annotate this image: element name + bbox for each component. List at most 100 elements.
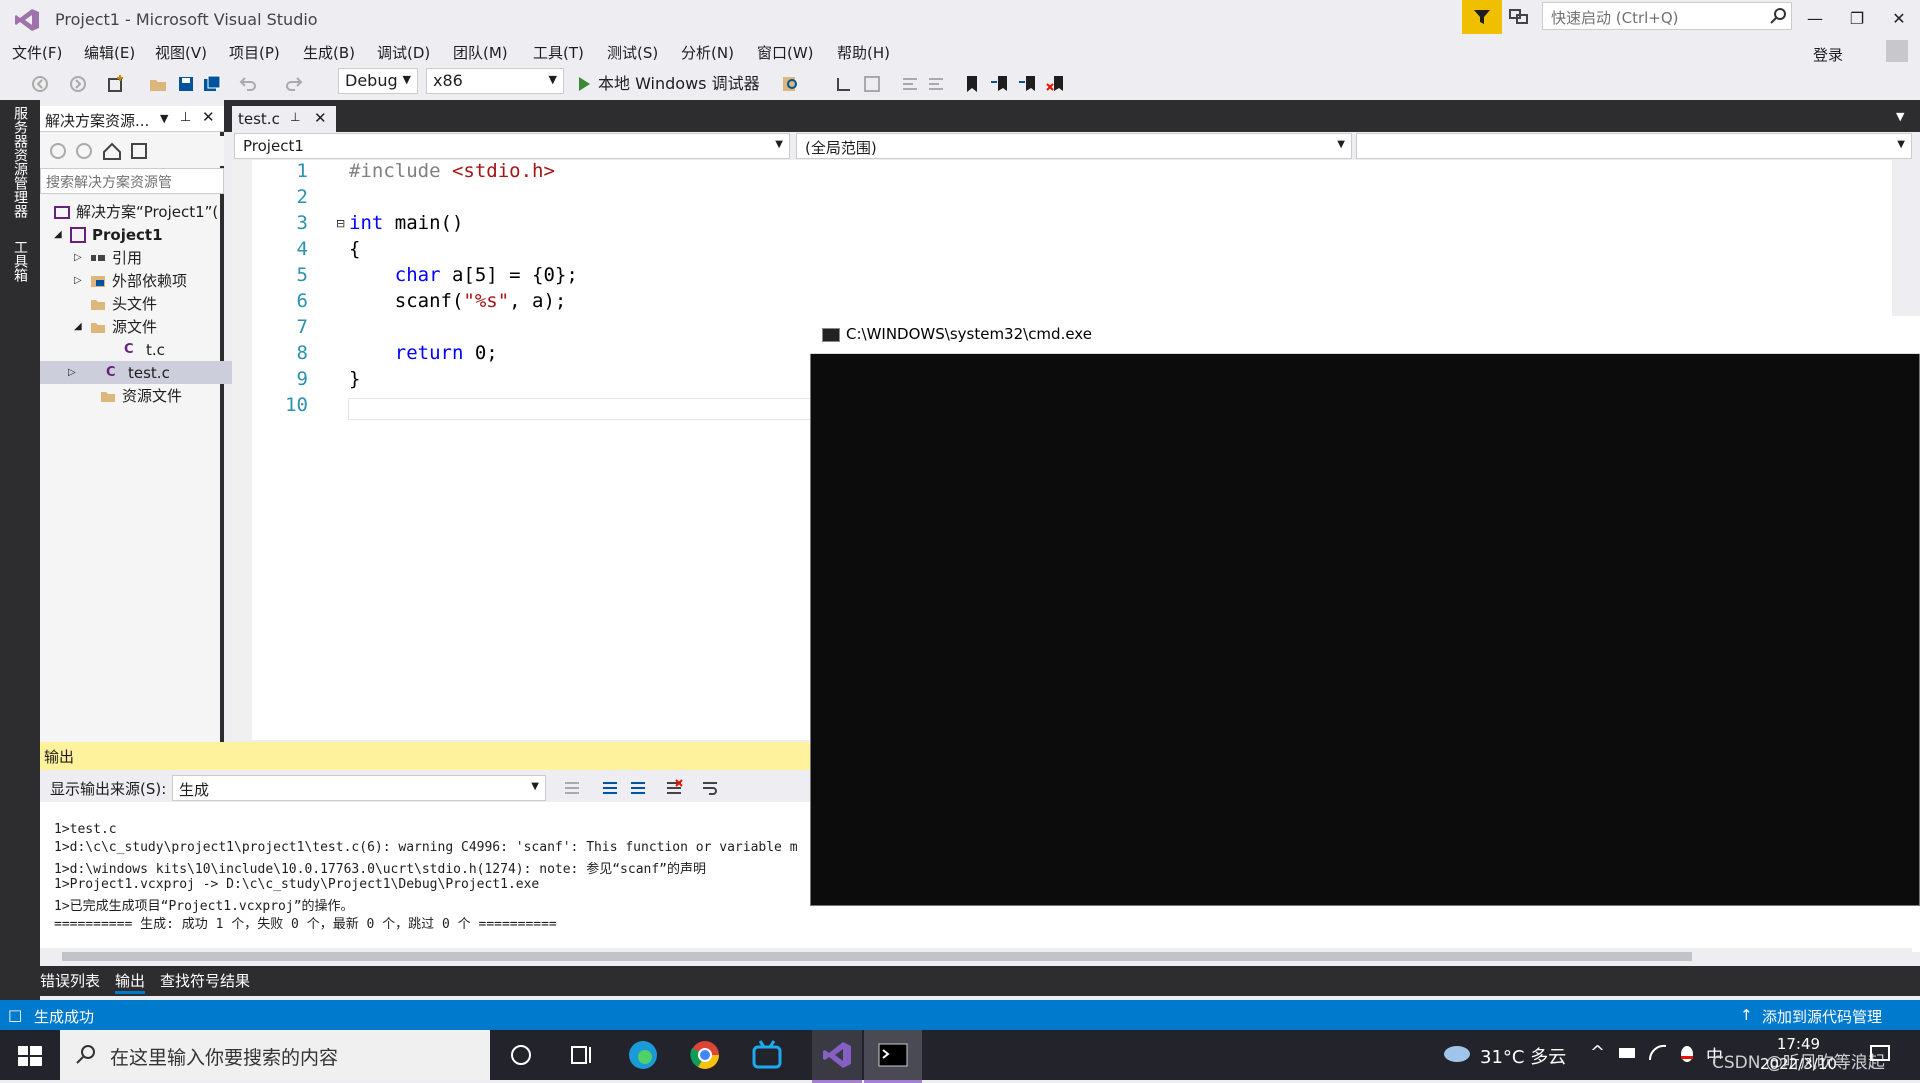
menu-team[interactable]: 团队(M)	[453, 42, 508, 63]
menu-window[interactable]: 窗口(W)	[757, 42, 814, 63]
add-to-source-control-button[interactable]: 添加到源代码管理	[1762, 1006, 1882, 1027]
bilibili-icon[interactable]	[750, 1038, 784, 1072]
line-number: 7	[296, 316, 308, 338]
tree-item-label: t.c	[146, 340, 165, 359]
pin-icon[interactable]: ⊥	[290, 110, 300, 124]
weather-text[interactable]: 31°C 多云	[1480, 1043, 1566, 1069]
clock-date: 2022/3/10	[1760, 1055, 1837, 1073]
close-icon[interactable]: ✕	[202, 108, 215, 126]
prev-message-icon[interactable]	[562, 778, 582, 802]
word-wrap-icon[interactable]	[700, 778, 720, 802]
clear-bookmarks-icon[interactable]	[1046, 74, 1066, 94]
back-icon[interactable]	[30, 74, 50, 94]
tab-error-list[interactable]: 错误列表	[40, 970, 100, 991]
tree-item-header-files[interactable]: 头文件	[90, 292, 224, 315]
tree-item-t-c[interactable]: C t.c	[124, 338, 224, 361]
prev-bookmark-icon[interactable]	[990, 74, 1010, 94]
menu-test[interactable]: 测试(S)	[607, 42, 658, 63]
menu-help[interactable]: 帮助(H)	[837, 42, 890, 63]
wifi-icon[interactable]	[1648, 1044, 1668, 1066]
open-file-icon[interactable]	[148, 74, 168, 94]
toolbox-tab[interactable]: 工具箱	[10, 240, 30, 282]
feedback-icon[interactable]	[1508, 6, 1530, 28]
tree-item-solution[interactable]: 解决方案“Project1”(	[54, 200, 224, 223]
save-all-icon[interactable]	[202, 74, 222, 94]
new-project-icon[interactable]	[106, 74, 126, 94]
chrome-browser-icon[interactable]	[688, 1038, 722, 1072]
global-scope-select[interactable]: (全局范围) ▼	[796, 133, 1352, 159]
find-in-files-icon[interactable]	[780, 74, 800, 94]
menu-project[interactable]: 项目(P)	[229, 42, 280, 63]
menu-view[interactable]: 视图(V)	[155, 42, 207, 63]
quick-launch-input[interactable]: 快速启动 (Ctrl+Q)	[1542, 2, 1792, 30]
go-to-prev-icon[interactable]	[600, 778, 620, 802]
account-icon[interactable]	[1886, 40, 1908, 62]
expand-arrow-icon[interactable]: ◢	[54, 229, 70, 240]
menu-build[interactable]: 生成(B)	[303, 42, 355, 63]
play-icon[interactable]	[574, 74, 594, 94]
configuration-select[interactable]: Debug ▼	[338, 68, 418, 94]
tree-item-project[interactable]: ◢ Project1	[54, 223, 224, 246]
close-window-button[interactable]: ✕	[1884, 6, 1914, 30]
format-icon[interactable]	[862, 74, 882, 94]
redo-icon[interactable]	[284, 74, 304, 94]
tree-item-references[interactable]: ▷ 引用	[74, 246, 224, 269]
clear-all-icon[interactable]	[664, 778, 684, 802]
menu-tools[interactable]: 工具(T)	[533, 42, 584, 63]
output-source-select[interactable]: 生成 ▼	[172, 775, 546, 801]
comment-icon[interactable]	[900, 74, 920, 94]
cmd-window[interactable]	[810, 316, 1920, 906]
uncomment-icon[interactable]	[926, 74, 946, 94]
tree-item-source-files[interactable]: ◢ 源文件	[74, 315, 224, 338]
folder-icon	[90, 296, 106, 312]
visual-studio-taskbar-icon[interactable]	[812, 1030, 862, 1083]
pin-icon[interactable]: ⊥	[180, 110, 191, 125]
collapse-arrow-icon[interactable]: ▷	[74, 252, 90, 263]
collapse-arrow-icon[interactable]: ▷	[74, 275, 90, 286]
battery-icon[interactable]	[1618, 1046, 1638, 1064]
cmd-taskbar-icon[interactable]	[864, 1030, 922, 1083]
bookmark-icon[interactable]	[962, 74, 982, 94]
start-debugger-button[interactable]: 本地 Windows 调试器	[598, 70, 760, 94]
task-view-icon[interactable]	[564, 1038, 598, 1072]
platform-select[interactable]: x86 ▼	[426, 68, 564, 94]
go-to-next-icon[interactable]	[628, 778, 648, 802]
menu-file[interactable]: 文件(F)	[12, 42, 62, 63]
menu-debug[interactable]: 调试(D)	[377, 42, 430, 63]
chevron-down-icon[interactable]: ▼	[160, 112, 168, 125]
next-bookmark-icon[interactable]	[1018, 74, 1038, 94]
undo-icon[interactable]	[238, 74, 258, 94]
close-tab-icon[interactable]: ✕	[314, 109, 327, 127]
notification-center-icon[interactable]	[1868, 1042, 1892, 1070]
tab-overflow-icon[interactable]: ▼	[1896, 110, 1904, 123]
minimize-button[interactable]: —	[1800, 6, 1830, 30]
chevron-up-icon[interactable]: ^	[1590, 1042, 1605, 1063]
signin-link[interactable]: 登录	[1813, 44, 1843, 65]
restore-button[interactable]: ❐	[1842, 6, 1872, 30]
solution-search-input[interactable]: 搜索解决方案资源管	[40, 168, 224, 194]
member-select[interactable]: ▼	[1356, 133, 1912, 159]
project-scope-select[interactable]: Project1 ▼	[234, 133, 790, 159]
save-icon[interactable]	[176, 74, 196, 94]
step-icon[interactable]	[834, 74, 854, 94]
menu-edit[interactable]: 编辑(E)	[84, 42, 135, 63]
taskbar-clock[interactable]: 17:49 2022/3/10	[1760, 1034, 1837, 1074]
windows-start-icon[interactable]	[14, 1040, 46, 1072]
menu-analyze[interactable]: 分析(N)	[681, 42, 734, 63]
tree-item-external-deps[interactable]: ▷ 外部依赖项	[74, 269, 224, 292]
search-icon[interactable]	[1768, 6, 1788, 26]
forward-icon[interactable]	[68, 74, 88, 94]
expand-arrow-icon[interactable]: ◢	[74, 321, 90, 332]
edge-browser-icon[interactable]	[626, 1038, 660, 1072]
scrollbar-thumb[interactable]	[62, 952, 1692, 961]
collapse-arrow-icon[interactable]: ▷	[68, 367, 96, 378]
tab-output[interactable]: 输出	[115, 970, 146, 994]
server-explorer-tab[interactable]: 服务器资源管理器	[10, 106, 30, 218]
tab-find-symbol-results[interactable]: 查找符号结果	[160, 970, 250, 991]
cortana-icon[interactable]	[504, 1038, 538, 1072]
tab-test-c[interactable]: test.c ⊥ ✕	[232, 106, 336, 132]
qq-icon[interactable]	[1678, 1044, 1696, 1068]
tree-item-resource-files[interactable]: 资源文件	[100, 384, 224, 407]
notification-filter-icon[interactable]	[1462, 0, 1502, 34]
collapse-region-icon[interactable]: ⊟	[336, 217, 345, 230]
